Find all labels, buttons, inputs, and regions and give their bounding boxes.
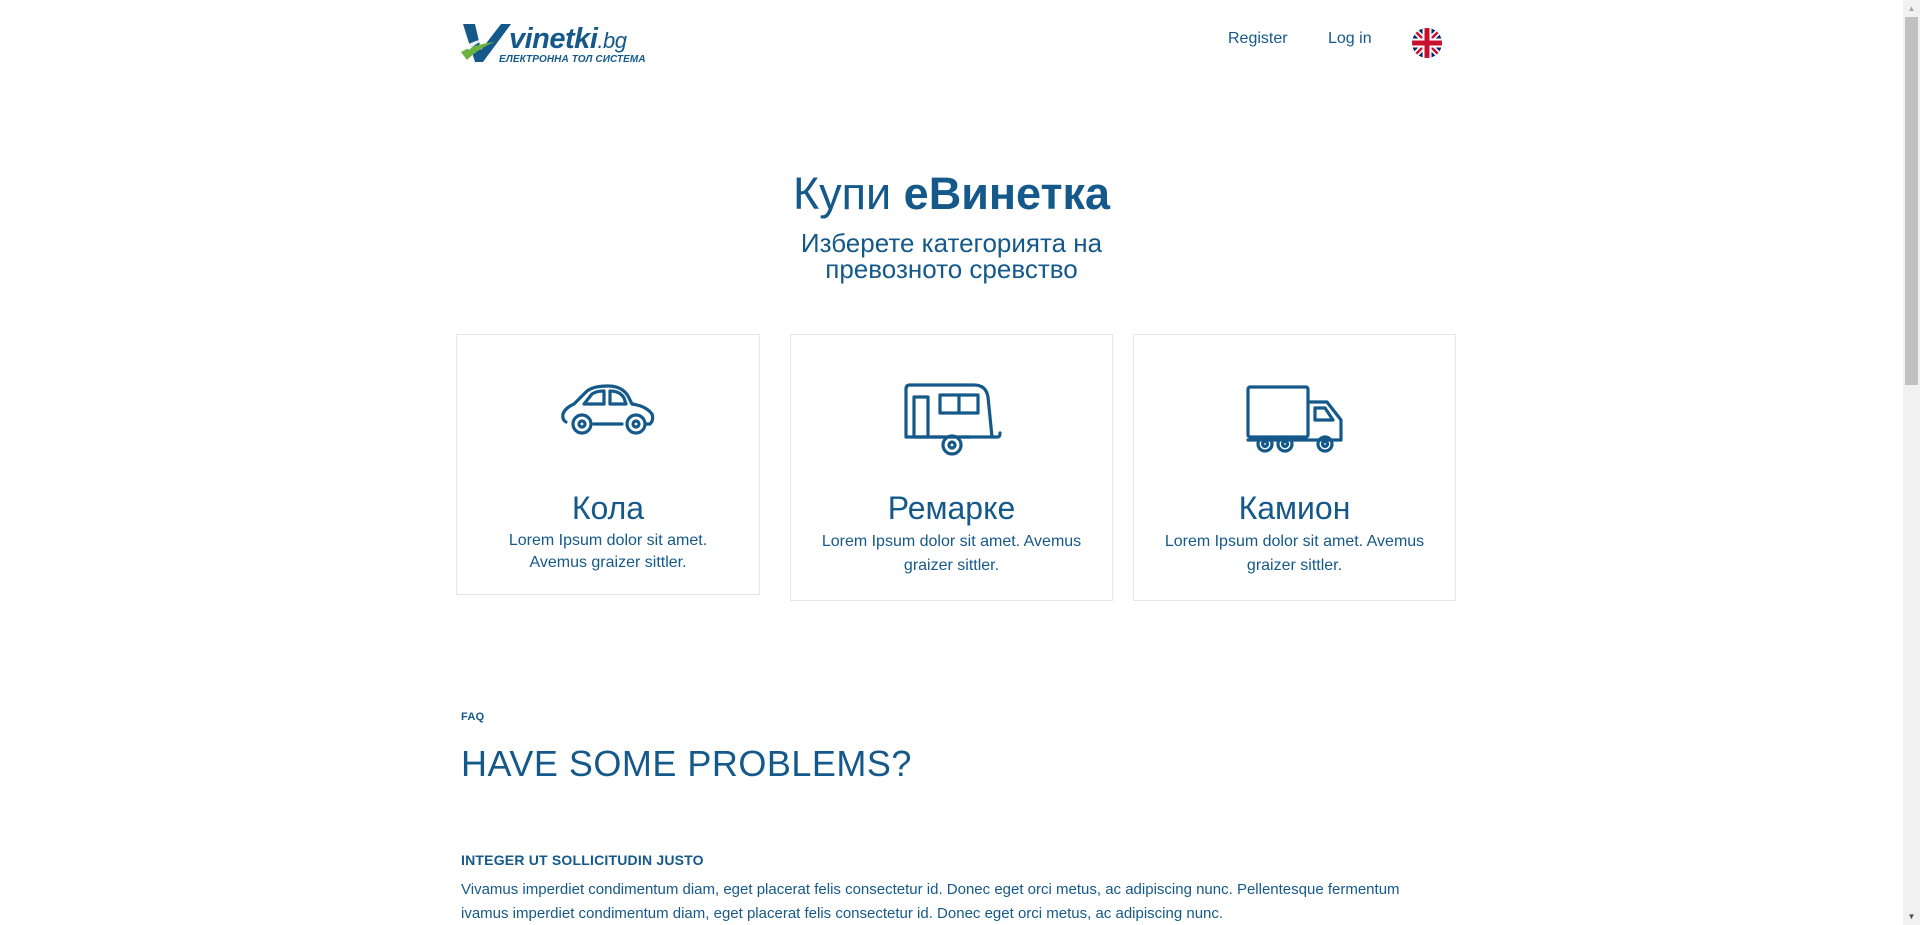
page-title: Купи еВинетка [792, 168, 1111, 219]
category-title: Ремарке [887, 490, 1016, 526]
page: vinetki.bg ЕЛЕКТРОННА ТОЛ СИСТЕМА Regist… [0, 0, 1903, 925]
site-logo[interactable]: vinetki.bg ЕЛЕКТРОННА ТОЛ СИСТЕМА [461, 22, 646, 68]
category-card-car[interactable]: Кола Lorem Ipsum dolor sit amet. Avemus … [456, 334, 760, 595]
category-card-trailer[interactable]: Ремарке Lorem Ipsum dolor sit amet. Avem… [790, 334, 1113, 601]
category-description: Lorem Ipsum dolor sit amet. Avemus graiz… [821, 533, 1082, 574]
scrollbar-thumb[interactable] [1905, 17, 1918, 385]
register-link[interactable]: Register [1228, 30, 1288, 48]
category-title: Камион [1238, 490, 1351, 526]
scroll-up-icon[interactable]: ▲ [1903, 0, 1920, 17]
category-title: Кола [571, 490, 645, 526]
page-subtitle: Изберете категорията на превозното сревс… [800, 228, 1103, 284]
truck-icon [1134, 384, 1455, 461]
trailer-icon [791, 383, 1112, 462]
logo-tagline: ЕЛЕКТРОННА ТОЛ СИСТЕМА [499, 54, 646, 65]
logo-wordmark: vinetki.bg [509, 23, 627, 55]
scroll-down-icon[interactable]: ▼ [1903, 908, 1920, 925]
faq-answer: Vivamus imperdiet condimentum diam, eget… [461, 881, 1400, 922]
faq-heading: HAVE SOME PROBLEMS? [461, 743, 912, 784]
vertical-scrollbar[interactable]: ▲ ▼ [1903, 0, 1920, 925]
category-card-truck[interactable]: Камион Lorem Ipsum dolor sit amet. Avemu… [1133, 334, 1456, 601]
faq-kicker: FAQ [461, 711, 485, 723]
login-link[interactable]: Log in [1328, 30, 1372, 48]
category-description: Lorem Ipsum dolor sit amet. Avemus graiz… [1164, 533, 1425, 574]
uk-flag-icon[interactable] [1412, 28, 1442, 58]
car-icon [457, 384, 759, 441]
faq-question[interactable]: INTEGER UT SOLLICITUDIN JUSTO [461, 852, 704, 868]
category-description: Lorem Ipsum dolor sit amet. Avemus graiz… [508, 532, 708, 571]
